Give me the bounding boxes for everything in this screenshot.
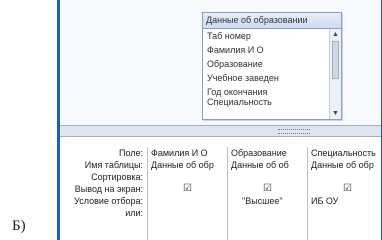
table-cell[interactable]: Данные об обр [308, 159, 381, 171]
splitter-grip-icon[interactable] [278, 129, 310, 134]
criteria-cell[interactable]: "Высшее" [228, 195, 307, 207]
row-label-or: или: [125, 208, 143, 218]
criteria-cell[interactable] [148, 195, 227, 207]
figure-label: Б) [12, 218, 26, 234]
grid-column: Образование Данные об об ☑ "Высшее" [227, 147, 307, 240]
field-item[interactable]: Специальность [207, 95, 329, 109]
row-label-sort: Сортировка: [91, 172, 143, 182]
row-label-show: Вывод на экран: [74, 184, 143, 194]
query-designer: Данные об образовании Таб номер Фамилия … [57, 0, 382, 240]
grid-row-labels: Поле: Имя таблицы: Сортировка: Вывод на … [60, 147, 146, 219]
scroll-down-icon[interactable]: ▼ [331, 109, 340, 118]
pane-splitter[interactable] [60, 125, 381, 137]
criteria-cell[interactable]: ИБ ОУ [308, 195, 381, 207]
table-cell[interactable]: Данные об об [228, 159, 307, 171]
field-list: Таб номер Фамилия И О Образование Учебно… [203, 29, 329, 119]
sort-cell[interactable] [228, 171, 307, 183]
scroll-thumb[interactable] [332, 41, 339, 79]
design-grid: Поле: Имя таблицы: Сортировка: Вывод на … [60, 137, 381, 240]
table-field-list[interactable]: Данные об образовании Таб номер Фамилия … [202, 12, 342, 120]
field-item[interactable]: Фамилия И О [207, 43, 329, 57]
sort-cell[interactable] [148, 171, 227, 183]
checked-checkbox-icon[interactable]: ☑ [148, 183, 227, 195]
field-cell[interactable]: Образование [228, 147, 307, 159]
field-item[interactable]: Образование [207, 57, 329, 71]
row-label-field: Поле: [118, 148, 143, 158]
field-cell[interactable]: Фамилия И О [148, 147, 227, 159]
table-area: Данные об образовании Таб номер Фамилия … [60, 0, 381, 125]
row-label-table: Имя таблицы: [84, 160, 143, 170]
checked-checkbox-icon[interactable]: ☑ [308, 183, 381, 195]
table-cell[interactable]: Данные об обр [148, 159, 227, 171]
field-cell[interactable]: Специальность [308, 147, 381, 159]
field-list-scrollbar[interactable]: ▲ ▼ [329, 29, 341, 119]
row-label-criteria: Условие отбора: [74, 196, 143, 206]
field-item[interactable]: Учебное заведен [207, 71, 329, 85]
grid-column: Фамилия И О Данные об обр ☑ [147, 147, 227, 240]
field-item[interactable]: Таб номер [207, 29, 329, 43]
sort-cell[interactable] [308, 171, 381, 183]
table-title[interactable]: Данные об образовании [203, 13, 341, 29]
grid-column: Специальность Данные об обр ☑ ИБ ОУ [307, 147, 381, 240]
checked-checkbox-icon[interactable]: ☑ [228, 183, 307, 195]
scroll-up-icon[interactable]: ▲ [331, 30, 340, 39]
